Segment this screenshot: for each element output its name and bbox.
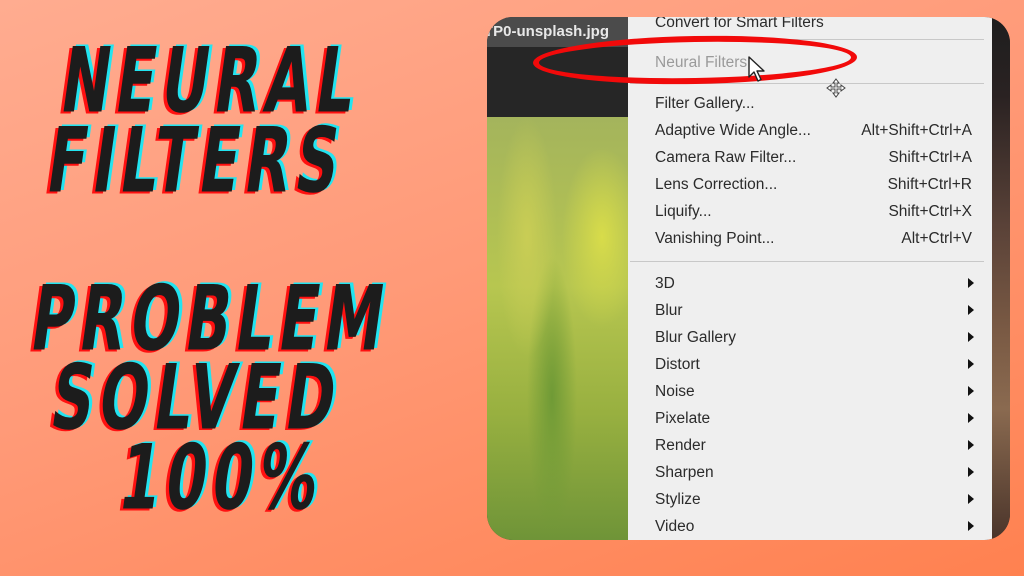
submenu-distort[interactable]: Distort [655,351,974,378]
headline-line-filters: FILTERS [41,108,353,214]
menu-item-label: Distort [655,356,700,373]
menu-item-lens-correction[interactable]: Lens Correction... Shift+Ctrl+R [655,171,972,198]
menu-item-label: 3D [655,275,675,292]
menu-item-filter-gallery[interactable]: Filter Gallery... [655,90,972,117]
menu-item-label: Stylize [655,491,701,508]
menu-item-label: Video [655,518,695,535]
menu-item-camera-raw-filter[interactable]: Camera Raw Filter... Shift+Ctrl+A [655,144,972,171]
menu-item-label: Sharpen [655,464,714,481]
filter-menu: Convert for Smart Filters Neural Filters… [628,17,992,540]
menu-item-label: Pixelate [655,410,711,427]
menu-item-shortcut: Alt+Shift+Ctrl+A [861,122,972,139]
thumbnail-headline: NEURAL FILTERS PROBLEM SOLVED 100% [0,0,480,576]
submenu-video[interactable]: Video [655,513,974,540]
menu-item-label: Noise [655,383,695,400]
canvas-image-right-edge [992,17,1010,540]
submenu-pixelate[interactable]: Pixelate [655,405,974,432]
photoshop-screenshot-panel: tTP0-unsplash.jpg Convert for Smart Filt… [487,17,1010,540]
submenu-arrow-icon [968,359,974,369]
menu-item-vanishing-point[interactable]: Vanishing Point... Alt+Ctrl+V [655,225,972,252]
menu-item-label: Filter Gallery... [655,95,755,112]
submenu-arrow-icon [968,305,974,315]
move-cursor-icon [826,78,846,98]
menu-separator [630,261,984,262]
submenu-arrow-icon [968,467,974,477]
submenu-3d[interactable]: 3D [655,270,974,297]
menu-item-label: Render [655,437,706,454]
submenu-blur[interactable]: Blur [655,297,974,324]
submenu-arrow-icon [968,332,974,342]
menu-item-shortcut: Shift+Ctrl+R [887,176,972,193]
mouse-pointer-icon [748,56,765,82]
submenu-blur-gallery[interactable]: Blur Gallery [655,324,974,351]
menu-item-convert-for-smart-filters[interactable]: Convert for Smart Filters [655,17,972,36]
submenu-arrow-icon [968,386,974,396]
menu-item-adaptive-wide-angle[interactable]: Adaptive Wide Angle... Alt+Shift+Ctrl+A [655,117,972,144]
submenu-noise[interactable]: Noise [655,378,974,405]
submenu-sharpen[interactable]: Sharpen [655,459,974,486]
menu-item-label: Blur [655,302,683,319]
submenu-arrow-icon [968,440,974,450]
menu-item-shortcut: Shift+Ctrl+A [888,149,972,166]
submenu-arrow-icon [968,494,974,504]
canvas-image [487,117,628,540]
menu-item-label: Adaptive Wide Angle... [655,122,811,139]
menu-item-label: Liquify... [655,203,712,220]
menu-item-label: Lens Correction... [655,176,778,193]
menu-item-liquify[interactable]: Liquify... Shift+Ctrl+X [655,198,972,225]
submenu-arrow-icon [968,413,974,423]
menu-item-shortcut: Shift+Ctrl+X [888,203,972,220]
headline-line-percent: 100% [113,425,332,531]
menu-item-label: Camera Raw Filter... [655,149,797,166]
submenu-arrow-icon [968,521,974,531]
menu-item-label: Convert for Smart Filters [655,17,824,31]
submenu-stylize[interactable]: Stylize [655,486,974,513]
submenu-arrow-icon [968,278,974,288]
menu-item-label: Vanishing Point... [655,230,775,247]
menu-item-shortcut: Alt+Ctrl+V [901,230,972,247]
menu-item-label: Blur Gallery [655,329,736,346]
submenu-render[interactable]: Render [655,432,974,459]
